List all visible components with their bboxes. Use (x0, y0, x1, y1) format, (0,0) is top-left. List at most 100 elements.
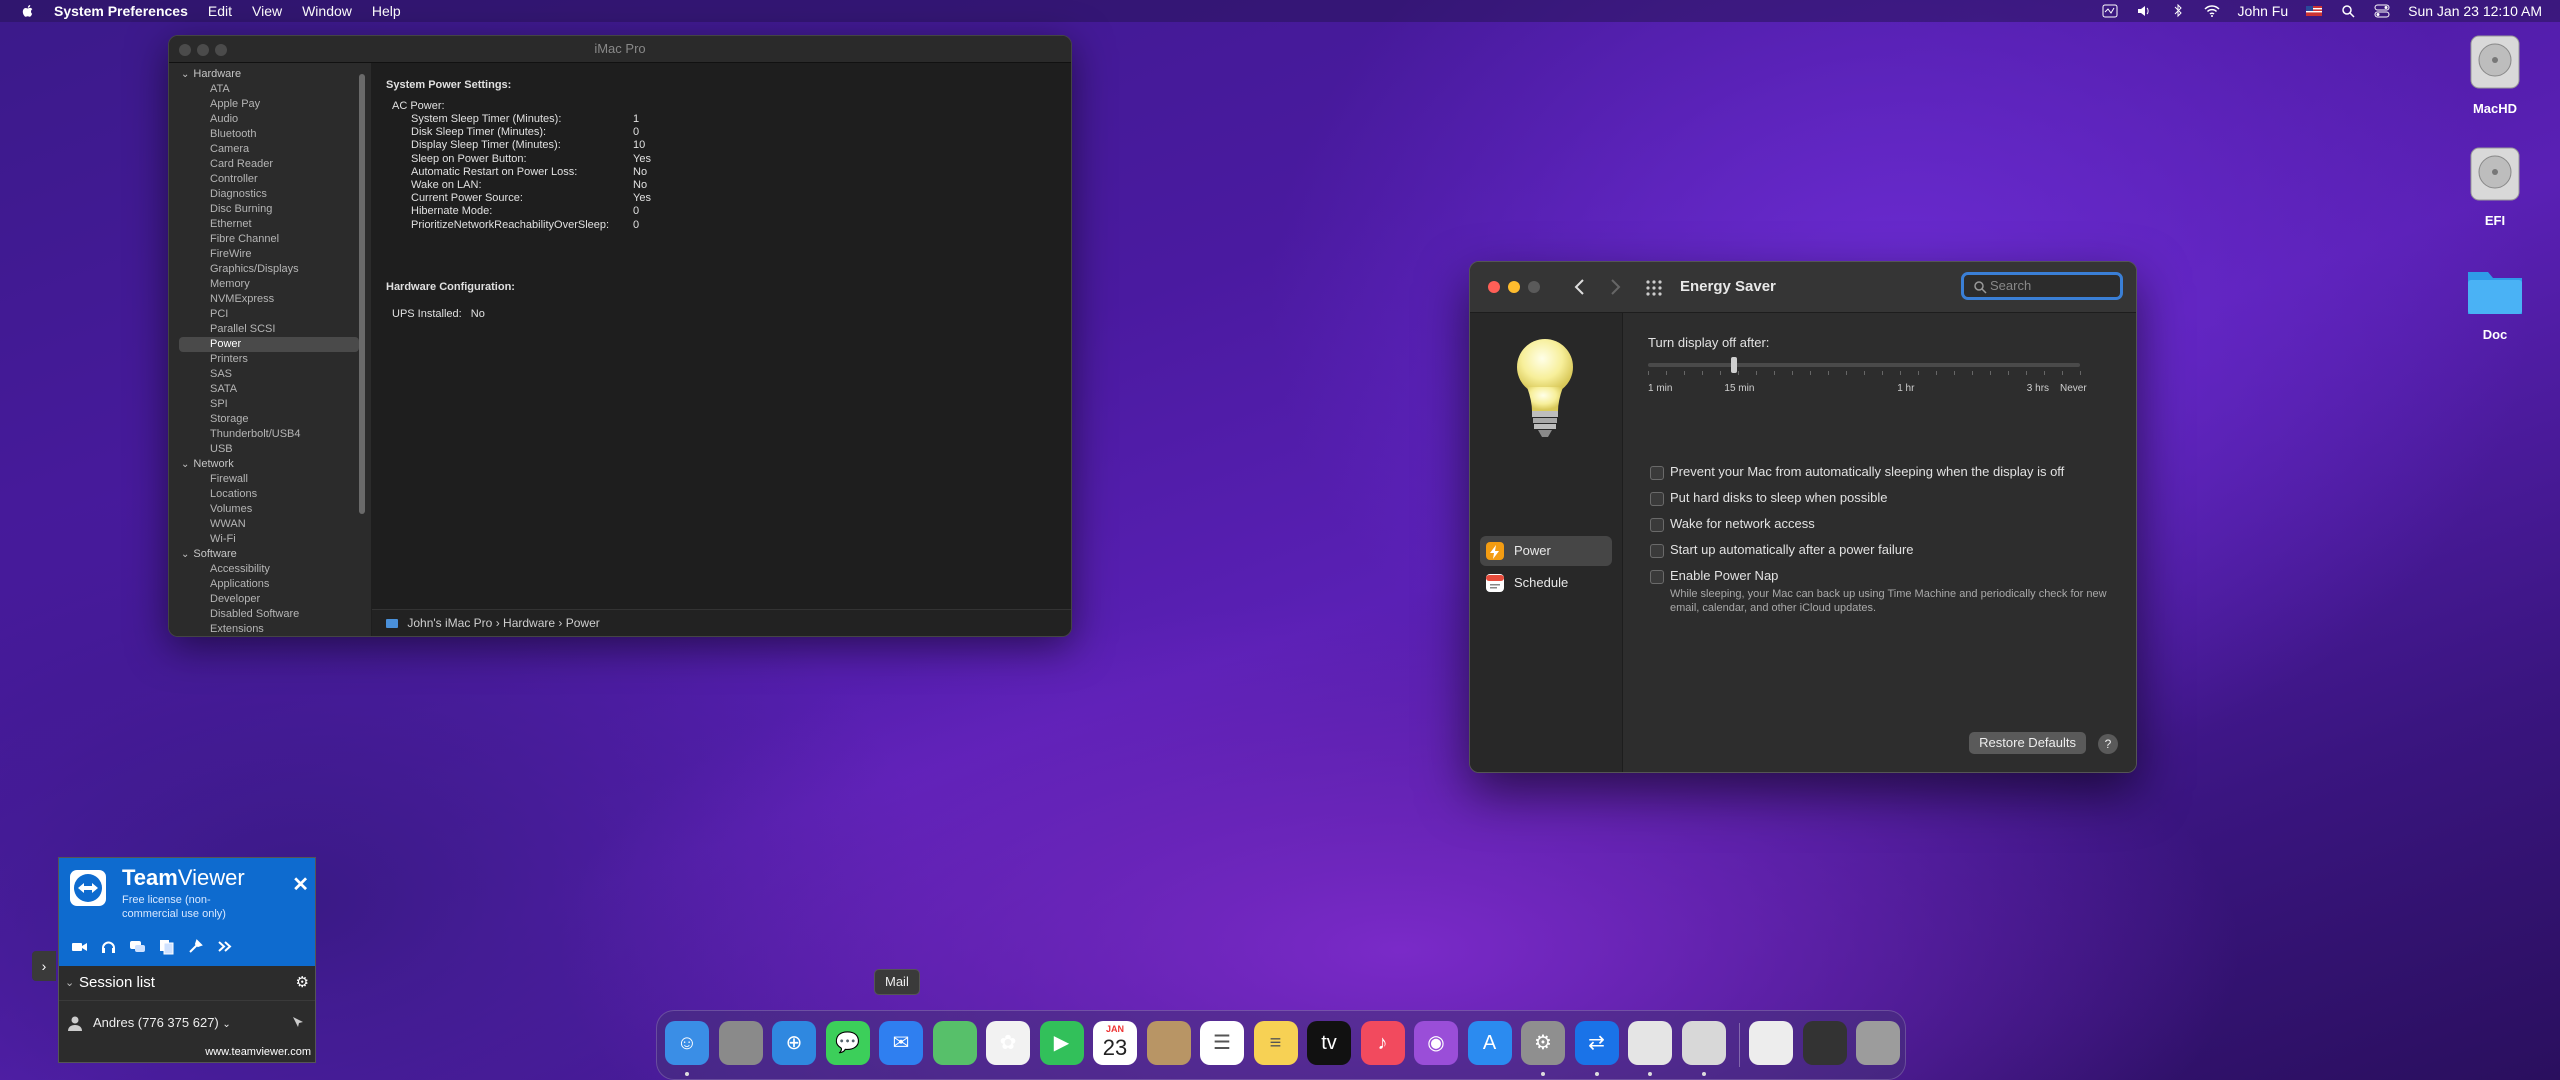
breadcrumb-item[interactable]: Hardware (503, 616, 555, 630)
sidebar-item-bluetooth[interactable]: Bluetooth (169, 127, 371, 142)
breadcrumb-item[interactable]: John's iMac Pro (407, 616, 492, 630)
dock-app-teamviewer-icon[interactable]: ⇄ (1574, 1021, 1619, 1065)
files-icon[interactable] (158, 938, 175, 955)
sidebar-scrollbar[interactable] (359, 74, 365, 514)
sidebar-item-fibre-channel[interactable]: Fibre Channel (169, 232, 371, 247)
dock-app-document-icon[interactable] (1749, 1021, 1793, 1065)
dock-app-music-icon[interactable]: ♪ (1360, 1021, 1405, 1065)
breadcrumb-item[interactable]: Power (566, 616, 600, 630)
menu-view[interactable]: View (252, 3, 282, 19)
bluetooth-icon[interactable] (2170, 4, 2186, 18)
sidebar-group-network[interactable]: Network (169, 457, 371, 472)
forward-arrow-icon[interactable] (1608, 278, 1622, 296)
sidebar-item-card-reader[interactable]: Card Reader (169, 157, 371, 172)
zoom-button[interactable] (215, 44, 227, 56)
sidebar-item-power[interactable]: Power (179, 337, 359, 352)
dock-app-maps-icon[interactable] (932, 1021, 977, 1065)
sidebar-item-developer[interactable]: Developer (169, 592, 371, 607)
sidebar-group-software[interactable]: Software (169, 547, 371, 562)
sidebar-item-controller[interactable]: Controller (169, 172, 371, 187)
sidebar-item-disabled-software[interactable]: Disabled Software (169, 607, 371, 622)
sidebar-item-memory[interactable]: Memory (169, 277, 371, 292)
dock-app-contacts-icon[interactable] (1146, 1021, 1191, 1065)
sidebar-item-sata[interactable]: SATA (169, 382, 371, 397)
wifi-icon[interactable] (2204, 4, 2220, 18)
sidebar-item-wi-fi[interactable]: Wi-Fi (169, 532, 371, 547)
volume-icon[interactable] (2136, 4, 2152, 18)
sidebar-item-parallel-scsi[interactable]: Parallel SCSI (169, 322, 371, 337)
spotlight-search-icon[interactable] (2340, 4, 2356, 18)
dock-app-mail-icon[interactable]: ✉ (879, 1021, 923, 1065)
sidebar-item-sas[interactable]: SAS (169, 367, 371, 382)
sidebar-item-usb[interactable]: USB (169, 442, 371, 457)
dock-app-disk-utility-icon[interactable] (1681, 1021, 1726, 1065)
apple-menu-icon[interactable] (20, 3, 36, 19)
slider-thumb[interactable] (1731, 357, 1738, 373)
user-name[interactable]: John Fu (2238, 3, 2289, 19)
dock-app-trash-icon[interactable] (1856, 1021, 1900, 1065)
nav-schedule[interactable]: Schedule (1480, 568, 1612, 598)
dock-app-notes-icon[interactable]: ≡ (1253, 1021, 1298, 1065)
desktop-icon-doc[interactable]: Doc (2450, 258, 2540, 342)
sidebar-item-camera[interactable]: Camera (169, 142, 371, 157)
display-sleep-slider[interactable] (1648, 363, 2080, 367)
help-button[interactable]: ? (2098, 734, 2118, 754)
window-title-bar[interactable]: iMac Pro (169, 36, 1071, 63)
video-call-icon[interactable] (71, 938, 88, 955)
checkbox[interactable] (1650, 518, 1664, 532)
gear-icon[interactable]: ⚙ (296, 966, 309, 1000)
control-center-icon[interactable] (2374, 4, 2390, 18)
sidebar-item-thunderbolt-usb4[interactable]: Thunderbolt/USB4 (169, 427, 371, 442)
sidebar-item-locations[interactable]: Locations (169, 487, 371, 502)
dock-app-screenshot-icon[interactable] (1802, 1021, 1847, 1065)
menu-clock[interactable]: Sun Jan 23 12:10 AM (2408, 3, 2542, 19)
sidebar-item-firewire[interactable]: FireWire (169, 247, 371, 262)
sidebar-item-apple-pay[interactable]: Apple Pay (169, 97, 371, 112)
dock-app-photos-icon[interactable]: ✿ (986, 1021, 1030, 1065)
minimize-button[interactable] (1508, 281, 1520, 293)
menu-help[interactable]: Help (372, 3, 401, 19)
dock-app-finder-icon[interactable]: ☺ (665, 1021, 709, 1065)
sidebar-item-graphics-displays[interactable]: Graphics/Displays (169, 262, 371, 277)
chevron-down-icon[interactable]: ⌄ (222, 1019, 230, 1030)
close-button[interactable] (1488, 281, 1500, 293)
sidebar-item-accessibility[interactable]: Accessibility (169, 562, 371, 577)
teamviewer-collapse-tab[interactable]: › (32, 951, 56, 981)
close-icon[interactable]: ✕ (292, 872, 309, 897)
dock-app-messages-icon[interactable]: 💬 (825, 1021, 870, 1065)
headset-icon[interactable] (100, 938, 117, 955)
dock-app-facetime-icon[interactable]: ▶ (1039, 1021, 1084, 1065)
sidebar-item-applications[interactable]: Applications (169, 577, 371, 592)
sidebar-item-storage[interactable]: Storage (169, 412, 371, 427)
sidebar-item-wwan[interactable]: WWAN (169, 517, 371, 532)
session-list-header[interactable]: ⌄ Session list ⚙ (59, 966, 315, 1000)
menu-app-name[interactable]: System Preferences (54, 3, 188, 19)
checkbox[interactable] (1650, 570, 1664, 584)
desktop-icon-machd[interactable]: MacHD (2450, 32, 2540, 116)
dock-app-reminders-icon[interactable]: ☰ (1200, 1021, 1244, 1065)
sidebar-item-volumes[interactable]: Volumes (169, 502, 371, 517)
zoom-button[interactable] (1528, 281, 1540, 293)
more-icon[interactable] (216, 938, 233, 955)
sidebar-item-printers[interactable]: Printers (169, 352, 371, 367)
sidebar-item-spi[interactable]: SPI (169, 397, 371, 412)
sidebar-item-pci[interactable]: PCI (169, 307, 371, 322)
window-toolbar[interactable]: Energy Saver Search (1470, 262, 2136, 313)
checkbox[interactable] (1650, 466, 1664, 480)
activity-monitor-icon[interactable] (2102, 4, 2118, 18)
minimize-button[interactable] (197, 44, 209, 56)
dock-app-calendar-icon[interactable]: JAN 23 (1093, 1021, 1137, 1065)
dock-app-safari-icon[interactable]: ⊕ (772, 1021, 816, 1065)
dock-app-system-preferences-icon[interactable]: ⚙ (1521, 1021, 1565, 1065)
dock-app-launchpad-icon[interactable] (718, 1021, 763, 1065)
checkbox[interactable] (1650, 544, 1664, 558)
sidebar-item-audio[interactable]: Audio (169, 112, 371, 127)
session-row[interactable]: Andres (776 375 627) ⌄ (59, 1000, 315, 1045)
back-arrow-icon[interactable] (1573, 278, 1587, 296)
checkbox[interactable] (1650, 492, 1664, 506)
dock-app-podcasts-icon[interactable]: ◉ (1414, 1021, 1458, 1065)
nav-power[interactable]: Power (1480, 536, 1612, 566)
sidebar-item-extensions[interactable]: Extensions (169, 622, 371, 636)
sidebar-item-ethernet[interactable]: Ethernet (169, 217, 371, 232)
teamviewer-url[interactable]: www.teamviewer.com (205, 1046, 311, 1058)
